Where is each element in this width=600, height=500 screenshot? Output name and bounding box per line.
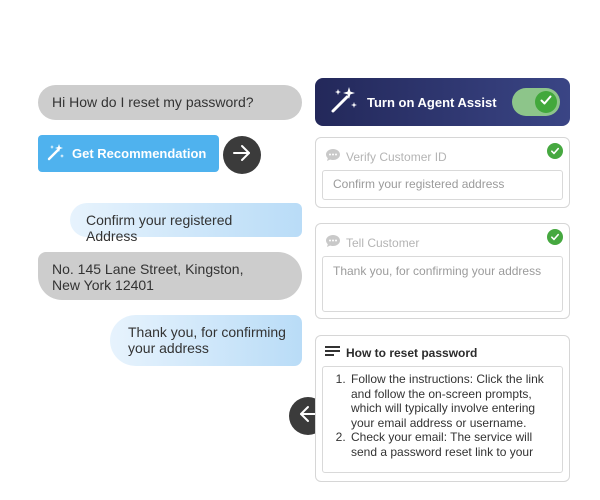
how-to-reset-header: How to reset password [325, 345, 477, 360]
tell-customer-title: Tell Customer [346, 235, 420, 250]
verify-customer-header: Verify Customer ID [325, 148, 447, 165]
verify-customer-title: Verify Customer ID [346, 149, 447, 164]
forward-button[interactable] [223, 136, 261, 174]
how-to-reset-panel: How to reset password Follow the instruc… [315, 335, 570, 482]
agent-message-2: Thank you, for confirming your address [110, 315, 302, 366]
customer-message-1-text: Hi How do I reset my password? [52, 94, 254, 110]
verify-customer-panel: Verify Customer ID Confirm your register… [315, 137, 570, 208]
how-to-reset-steps[interactable]: Follow the instructions: Click the link … [322, 366, 563, 473]
magic-wand-icon [46, 142, 72, 165]
agent-message-1-text: Confirm your registered Address [86, 212, 233, 244]
arrow-right-icon [232, 143, 252, 168]
step-item: Check your email: The service will send … [349, 430, 554, 459]
customer-message-2-text: No. 145 Lane Street, Kingston, New York … [52, 261, 244, 293]
magic-wand-icon [329, 85, 359, 120]
toggle-knob [535, 91, 557, 113]
text-lines-icon [325, 345, 346, 360]
agent-assist-toggle[interactable] [512, 88, 560, 116]
verify-customer-field[interactable]: Confirm your registered address [322, 170, 563, 200]
tell-customer-field[interactable]: Thank you, for confirming your address [322, 256, 563, 312]
verify-complete-check-icon [547, 143, 563, 159]
checkmark-icon [539, 93, 553, 112]
step-item: Follow the instructions: Click the link … [349, 372, 554, 430]
chat-bubble-icon [325, 234, 346, 251]
agent-assist-label: Turn on Agent Assist [367, 94, 497, 110]
tell-customer-panel: Tell Customer Thank you, for confirming … [315, 223, 570, 319]
get-recommendation-label: Get Recommendation [72, 146, 207, 161]
agent-message-1: Confirm your registered Address [70, 203, 302, 244]
how-to-reset-title: How to reset password [346, 345, 478, 360]
tell-customer-header: Tell Customer [325, 234, 419, 251]
tell-complete-check-icon [547, 229, 563, 245]
customer-message-1: Hi How do I reset my password? [38, 85, 302, 120]
get-recommendation-button[interactable]: Get Recommendation [38, 135, 219, 172]
chat-bubble-icon [325, 148, 346, 165]
customer-message-2: No. 145 Lane Street, Kingston, New York … [38, 252, 302, 300]
agent-message-2-text: Thank you, for confirming your address [128, 324, 286, 356]
agent-assist-bar: Turn on Agent Assist [315, 78, 570, 126]
